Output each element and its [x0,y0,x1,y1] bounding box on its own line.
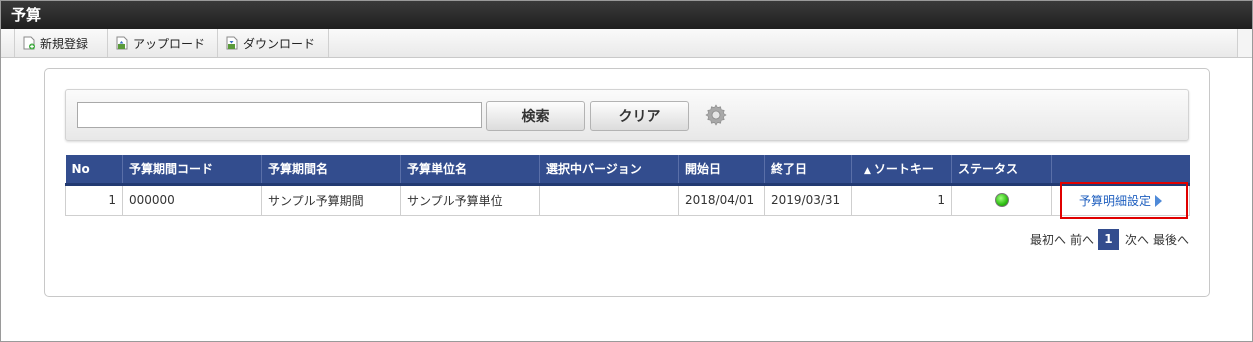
col-header-period-name[interactable]: 予算期間名 [261,155,401,186]
download-icon [226,36,239,50]
search-button[interactable]: 検索 [486,101,585,131]
toolbar-scroll[interactable] [1237,29,1252,57]
pager-first[interactable]: 最初へ [1030,231,1066,248]
col-header-unit-name[interactable]: 予算単位名 [400,155,540,186]
pager-prev[interactable]: 前へ [1070,231,1094,248]
col-header-sort-key[interactable]: ▲ ソートキー [851,155,952,186]
pager: 最初へ 前へ 1 次へ 最後へ [1026,229,1189,250]
cell-period-code: 000000 [122,183,262,216]
col-header-start[interactable]: 開始日 [678,155,765,186]
sort-asc-icon: ▲ [864,166,871,177]
pager-current[interactable]: 1 [1097,229,1119,250]
status-green-icon [994,193,1009,208]
col-header-end[interactable]: 終了日 [764,155,852,186]
table-header-row: No 予算期間コード 予算期間名 予算単位名 選択中バージョン 開始日 終了日 … [65,155,1190,186]
sort-key-label: ソートキー [873,162,934,177]
cell-sort-key: 1 [851,183,952,216]
upload-button[interactable]: アップロード [108,29,218,57]
new-button-label: 新規登録 [40,36,89,51]
cell-version [539,183,679,216]
pager-last[interactable]: 最後へ [1153,231,1189,248]
cell-end: 2019/03/31 [764,183,852,216]
upload-icon [116,36,129,50]
clear-button[interactable]: クリア [590,101,689,131]
budget-table: No 予算期間コード 予算期間名 予算単位名 選択中バージョン 開始日 終了日 … [65,155,1190,216]
cell-no: 1 [65,183,123,216]
arrow-right-icon [1155,195,1162,207]
search-panel: 検索 クリア No 予算期間コード 予算期間名 予算単位名 選択中バージョン 開… [44,68,1210,297]
pager-next[interactable]: 次へ [1125,231,1149,248]
budget-detail-link[interactable]: 予算明細設定 [1079,194,1151,208]
cell-status [951,183,1052,216]
cell-unit-name: サンプル予算単位 [400,183,540,216]
window-frame: 予算 新規登録 アップロード ダウンロード 検索 クリア No 予算期間コード … [0,0,1253,342]
cell-action: 予算明細設定 [1051,183,1190,216]
col-header-action [1051,155,1190,186]
download-button[interactable]: ダウンロード [218,29,329,57]
search-input[interactable] [77,102,482,128]
col-header-no[interactable]: No [65,155,123,186]
budget-detail-label: 予算明細設定 [1078,193,1151,208]
new-button[interactable]: 新規登録 [14,29,108,57]
cell-period-name: サンプル予算期間 [261,183,401,216]
col-header-period-code[interactable]: 予算期間コード [122,155,262,186]
search-bar: 検索 クリア [65,89,1189,141]
toolbar: 新規登録 アップロード ダウンロード [1,29,1252,58]
download-button-label: ダウンロード [243,36,316,51]
col-header-version[interactable]: 選択中バージョン [539,155,679,186]
new-document-icon [23,36,36,50]
col-header-status[interactable]: ステータス [951,155,1052,186]
upload-button-label: アップロード [133,36,206,51]
table-row[interactable]: 1 000000 サンプル予算期間 サンプル予算単位 2018/04/01 20… [65,183,1190,216]
cell-start: 2018/04/01 [678,183,765,216]
page-title: 予算 [1,1,1252,29]
gear-icon[interactable] [704,103,728,127]
